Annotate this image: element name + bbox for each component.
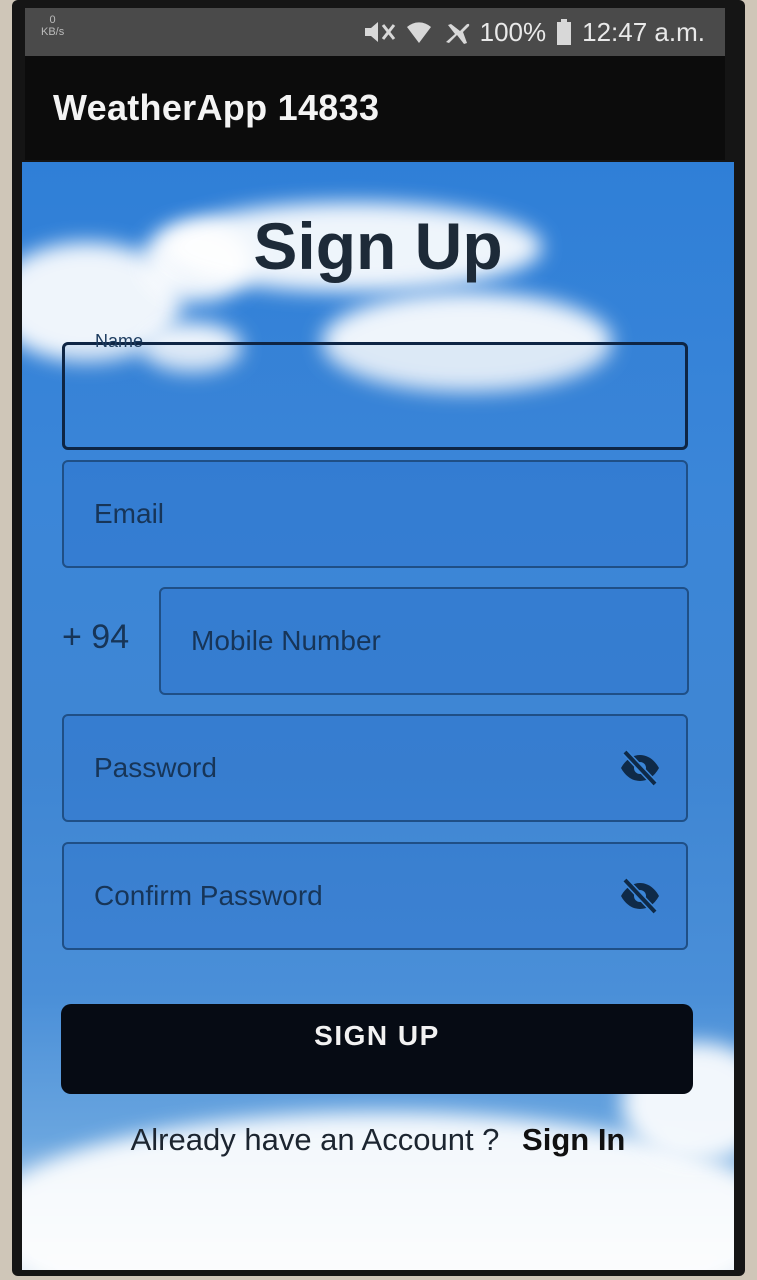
app-bar: WeatherApp 14833	[25, 56, 725, 160]
wifi-icon	[406, 19, 432, 45]
clock: 12:47 a.m.	[582, 16, 705, 47]
password-placeholder: Password	[94, 752, 217, 783]
eye-off-icon[interactable]	[618, 876, 662, 916]
battery-level: 100%	[479, 16, 547, 47]
mute-icon	[362, 19, 396, 45]
mobile-number-placeholder: Mobile Number	[191, 625, 381, 656]
email-placeholder: Email	[94, 498, 165, 529]
signin-prompt-row: Already have an Account ? Sign In	[22, 1122, 734, 1158]
mobile-number-field[interactable]: Mobile Number	[159, 587, 689, 695]
signin-prompt: Already have an Account ?	[130, 1122, 500, 1157]
confirm-password-field[interactable]: Confirm Password	[62, 842, 688, 950]
confirm-password-placeholder: Confirm Password	[94, 880, 323, 911]
name-field[interactable]: Name	[62, 331, 688, 450]
password-field[interactable]: Password	[62, 714, 688, 822]
page-title: Sign Up	[253, 209, 503, 283]
country-code: + 94	[62, 618, 130, 656]
email-field[interactable]: Email	[62, 460, 688, 568]
sign-up-button[interactable]: SIGN UP	[61, 1004, 693, 1094]
status-bar: 0 KB/s 100% 12:47 a.m.	[25, 8, 725, 56]
net-speed-indicator: 0 KB/s	[41, 14, 65, 38]
name-field-label: Name	[95, 331, 144, 351]
app-title: WeatherApp 14833	[53, 87, 380, 128]
airplane-mode-icon	[442, 18, 470, 46]
signup-screen: Sign Up Name Email + 94 Mobile Number Pa…	[22, 162, 734, 1270]
battery-icon	[556, 19, 572, 45]
sign-in-link[interactable]: Sign In	[522, 1122, 625, 1157]
eye-off-icon[interactable]	[618, 748, 662, 788]
